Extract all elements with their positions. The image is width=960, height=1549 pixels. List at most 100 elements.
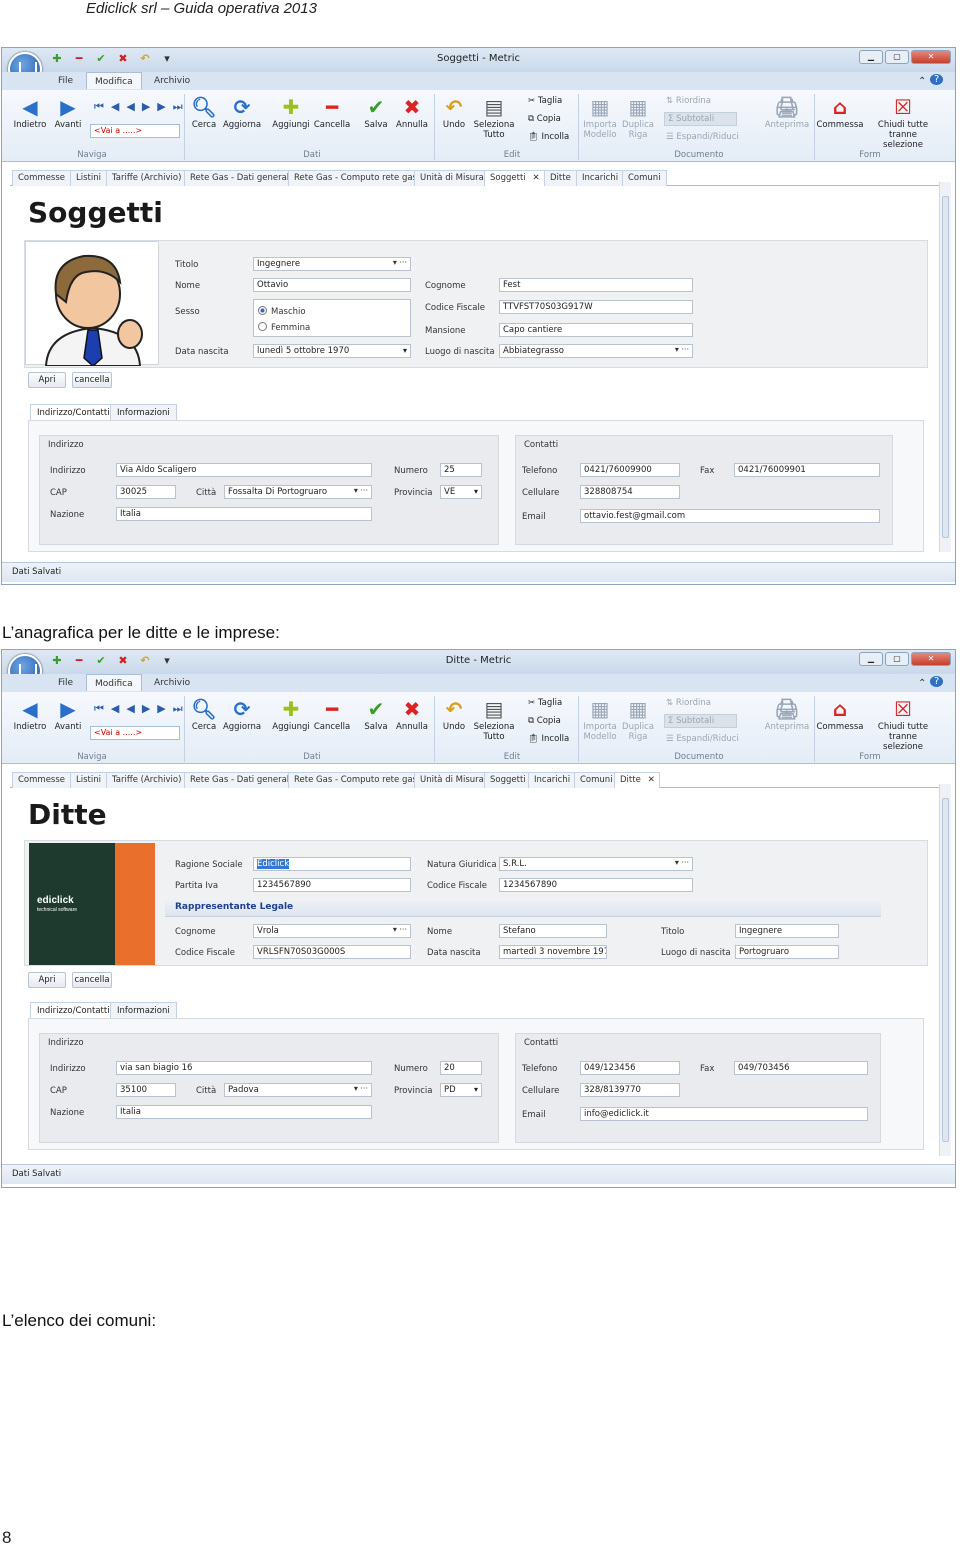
tab-incarichi[interactable]: Incarichi [528,772,577,788]
tab-comuni[interactable]: Comuni [622,170,667,186]
cognome-field[interactable]: Fest [499,278,693,292]
tab-ditte[interactable]: Ditte [544,170,577,186]
vai-a-dropdown[interactable]: <Vai a .....> [90,726,180,740]
tab-commesse[interactable]: Commesse [12,170,72,186]
partita-iva-field[interactable]: 1234567890 [253,878,411,892]
cognome-field[interactable]: Vrola [253,924,411,938]
chiudi-tutte-button[interactable]: ☒ Chiudi tutte tranne selezione [868,94,938,150]
tab-tariffe[interactable]: Tariffe (Archivio) [106,772,188,788]
annulla-button[interactable]: ✖ Annulla [390,696,434,732]
dropdown-icon[interactable]: ▾ [160,52,174,65]
tab-listini[interactable]: Listini [70,170,107,186]
fax-field[interactable]: 049/703456 [734,1061,868,1075]
close-button[interactable]: ✕ [911,652,951,666]
avanti-button[interactable]: ▶ Avanti [46,696,90,732]
incolla-button[interactable]: 📋︎ Incolla [528,132,569,142]
aggiorna-button[interactable]: ⟳ Aggiorna [220,696,264,732]
check-icon[interactable]: ✔ [94,654,108,667]
anteprima-button[interactable]: 🖨︎ Anteprima [764,94,810,130]
vertical-scrollbar[interactable] [939,182,951,552]
commessa-button[interactable]: ⌂ Commessa [816,94,864,130]
numero-field[interactable]: 20 [440,1061,482,1075]
citta-field[interactable]: Fossalta Di Portogruaro [224,485,372,499]
cap-field[interactable]: 35100 [116,1083,176,1097]
telefono-field[interactable]: 049/123456 [580,1061,680,1075]
avanti-button[interactable]: ▶ Avanti [46,94,90,130]
close-tab-icon[interactable]: ✕ [533,173,540,183]
cross-icon[interactable]: ✖ [116,52,130,65]
chiudi-tutte-button[interactable]: ☒ Chiudi tutte tranne selezione [868,696,938,752]
tab-incarichi[interactable]: Incarichi [576,170,625,186]
tab-soggetti[interactable]: Soggetti [484,772,532,788]
provincia-field[interactable]: PD ▾ [440,1083,482,1097]
tab-informazioni[interactable]: Informazioni [110,1002,177,1019]
dropdown-icon[interactable]: ▾ [160,654,174,667]
incolla-button[interactable]: 📋︎ Incolla [528,734,569,744]
nome-field[interactable]: Ottavio [253,278,411,292]
tab-indirizzo-contatti[interactable]: Indirizzo/Contatti [30,1002,117,1019]
vertical-scrollbar[interactable] [939,784,951,1156]
codice-fiscale-field[interactable]: 1234567890 [499,878,693,892]
tab-unita-misura[interactable]: Unità di Misura [414,772,490,788]
nome-field[interactable]: Stefano [499,924,607,938]
add-icon[interactable]: ✚ [50,654,64,667]
record-navigation-icons[interactable]: ⏮◀◀▶▶⏭ [94,702,190,716]
subtotali-button[interactable]: Σ Subtotali [664,714,738,728]
tab-listini[interactable]: Listini [70,772,107,788]
tab-file[interactable]: File [50,676,81,690]
nazione-field[interactable]: Italia [116,507,372,521]
data-nascita-field[interactable]: lunedì 5 ottobre 1970 ▾ [253,344,411,358]
titolo-field[interactable]: Ingegnere [253,257,411,271]
minus-icon[interactable]: ━ [72,654,86,667]
record-navigation-icons[interactable]: ⏮◀◀▶▶⏭ [94,100,190,114]
undo-button[interactable]: ↶ Undo [432,696,476,732]
cancella-button[interactable]: ━ Cancella [310,696,354,732]
cross-icon[interactable]: ✖ [116,654,130,667]
cancella-logo-button[interactable]: cancella [72,972,112,988]
undo-button[interactable]: ↶ Undo [432,94,476,130]
cap-field[interactable]: 30025 [116,485,176,499]
tab-rete-gas-dati[interactable]: Rete Gas - Dati generali [184,170,298,186]
maximize-button[interactable]: ▢ [885,50,909,64]
commessa-button[interactable]: ⌂ Commessa [816,696,864,732]
tab-ditte[interactable]: Ditte ✕ [614,772,660,788]
email-field[interactable]: ottavio.fest@gmail.com [580,509,880,523]
tab-file[interactable]: File [50,74,81,88]
anteprima-button[interactable]: 🖨︎ Anteprima [764,696,810,732]
tab-commesse[interactable]: Commesse [12,772,72,788]
numero-field[interactable]: 25 [440,463,482,477]
vai-a-dropdown[interactable]: <Vai a .....> [90,124,180,138]
minimize-button[interactable]: ▁ [859,50,883,64]
tab-rete-gas-computo[interactable]: Rete Gas - Computo rete gas [288,170,423,186]
cellulare-field[interactable]: 328808754 [580,485,680,499]
cancella-button[interactable]: ━ Cancella [310,94,354,130]
espandi-riduci-button[interactable]: ☰ Espandi/Riduci [666,734,739,744]
maximize-button[interactable]: ▢ [885,652,909,666]
codice-fiscale-rl-field[interactable]: VRLSFN70S03G000S [253,945,411,959]
check-icon[interactable]: ✔ [94,52,108,65]
nazione-field[interactable]: Italia [116,1105,372,1119]
undo-icon[interactable]: ↶ [138,52,152,65]
femmina-radio[interactable]: Femmina [258,322,310,333]
add-icon[interactable]: ✚ [50,52,64,65]
seleziona-tutto-button[interactable]: ▤ Seleziona Tutto [472,94,516,140]
riordina-button[interactable]: ⇅ Riordina [666,698,711,708]
mansione-field[interactable]: Capo cantiere [499,323,693,337]
riordina-button[interactable]: ⇅ Riordina [666,96,711,106]
tab-comuni[interactable]: Comuni [574,772,619,788]
tab-rete-gas-computo[interactable]: Rete Gas - Computo rete gas [288,772,423,788]
indirizzo-field[interactable]: Via Aldo Scaligero [116,463,372,477]
titolo-field[interactable]: Ingegnere [735,924,839,938]
fax-field[interactable]: 0421/76009901 [734,463,880,477]
aggiorna-button[interactable]: ⟳ Aggiorna [220,94,264,130]
email-field[interactable]: info@ediclick.it [580,1107,868,1121]
taglia-button[interactable]: ✂ Taglia [528,96,562,106]
cancella-photo-button[interactable]: cancella [72,372,112,388]
tab-archivio[interactable]: Archivio [146,676,198,690]
citta-field[interactable]: Padova [224,1083,372,1097]
tab-rete-gas-dati[interactable]: Rete Gas - Dati generali [184,772,298,788]
undo-icon[interactable]: ↶ [138,654,152,667]
annulla-button[interactable]: ✖ Annulla [390,94,434,130]
tab-indirizzo-contatti[interactable]: Indirizzo/Contatti [30,404,117,421]
provincia-field[interactable]: VE ▾ [440,485,482,499]
